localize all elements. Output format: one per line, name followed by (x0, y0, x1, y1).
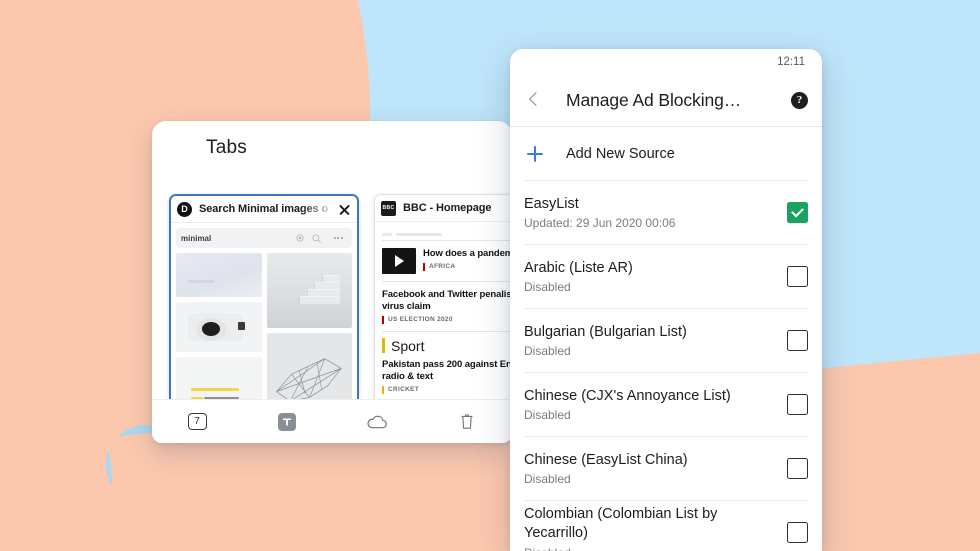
tab-count-icon: 7 (187, 413, 207, 430)
tabs-grid: D Search Minimal images o minimal BBC BB… (152, 175, 512, 399)
tab-card-header: BBC BBC - Homepage (375, 195, 512, 222)
add-new-source-button[interactable]: Add New Source (510, 127, 822, 180)
list-item[interactable]: Chinese (EasyList China) Disabled (510, 437, 822, 500)
source-checkbox[interactable] (787, 266, 808, 287)
source-checkbox[interactable] (787, 522, 808, 543)
tab-preview-bbc: How does a pandemic AFRICA Facebook and … (375, 222, 512, 399)
tab-card-search-minimal-images[interactable]: D Search Minimal images o minimal (169, 194, 359, 399)
screenshot-stage: Tabs D Search Minimal images o minimal B… (0, 0, 980, 551)
source-status: Updated: 29 Jun 2020 00:06 (524, 216, 676, 231)
page-title: Tabs (206, 137, 247, 158)
bbc-section-label: Sport (391, 337, 425, 354)
trash-icon (461, 414, 473, 429)
list-item[interactable]: EasyList Updated: 29 Jun 2020 00:06 (510, 181, 822, 244)
close-all-tabs-button[interactable] (422, 400, 512, 443)
manage-ad-blocking-panel: 12:11 Manage Ad Blocking… ? Add New Sour… (510, 49, 822, 551)
source-checkbox[interactable] (787, 394, 808, 415)
source-name: Colombian (Colombian List by Yecarrillo) (524, 506, 718, 541)
bbc-story[interactable]: Pakistan pass 200 against En radio & tex… (382, 357, 512, 396)
duckduckgo-icon: D (177, 201, 192, 217)
image-column-left (176, 253, 262, 399)
tabs-window: Tabs D Search Minimal images o minimal B… (152, 121, 512, 443)
result-thumbnail-wireframe[interactable] (266, 333, 352, 399)
list-item[interactable]: Bulgarian (Bulgarian List) Disabled (510, 309, 822, 372)
source-texts: Bulgarian (Bulgarian List) Disabled (524, 323, 787, 359)
bbc-story[interactable]: How does a pandemic AFRICA (382, 246, 512, 276)
divider (382, 330, 512, 332)
bbc-kicker-label: US ELECTION 2020 (388, 316, 453, 324)
list-item[interactable]: Chinese (CJX's Annoyance List) Disabled (510, 373, 822, 436)
result-thumbnail-laptop[interactable] (176, 253, 262, 297)
status-bar: 12:11 (510, 49, 822, 74)
tab-card-header: D Search Minimal images o (171, 196, 357, 223)
source-name: Arabic (Liste AR) (524, 259, 633, 276)
private-mask-icon (278, 412, 296, 431)
search-icon[interactable] (311, 233, 322, 244)
source-texts: Arabic (Liste AR) Disabled (524, 259, 787, 295)
image-column-right (266, 253, 352, 399)
bbc-kicker: AFRICA (423, 262, 512, 271)
source-status: Disabled (524, 546, 775, 551)
tab-card-title: Search Minimal images o (199, 203, 329, 215)
source-status: Disabled (524, 472, 571, 487)
cloud-icon (367, 415, 387, 428)
source-texts: Chinese (EasyList China) Disabled (524, 451, 787, 487)
list-item[interactable]: Colombian (Colombian List by Yecarrillo)… (510, 501, 822, 551)
bbc-kicker: US ELECTION 2020 (382, 315, 512, 324)
source-status: Disabled (524, 344, 571, 359)
search-input[interactable]: minimal (176, 228, 352, 248)
close-icon[interactable] (338, 203, 351, 216)
source-texts: Colombian (Colombian List by Yecarrillo)… (524, 505, 787, 551)
plus-icon (524, 143, 546, 165)
tab-card-title: BBC - Homepage (403, 202, 492, 214)
more-icon[interactable] (329, 229, 347, 247)
source-name: Chinese (EasyList China) (524, 451, 688, 468)
search-query-text: minimal (181, 233, 212, 243)
source-texts: Chinese (CJX's Annoyance List) Disabled (524, 387, 787, 423)
bbc-kicker: CRICKET (382, 385, 512, 394)
source-name: EasyList (524, 195, 579, 212)
tab-card-bbc-homepage[interactable]: BBC BBC - Homepage How does a pandemic A… (374, 194, 512, 399)
add-new-source-label: Add New Source (566, 145, 675, 162)
divider (382, 240, 512, 241)
image-results-grid (176, 253, 352, 399)
result-thumbnail-lines[interactable] (176, 357, 262, 399)
video-thumbnail (382, 248, 416, 274)
page-title: Manage Ad Blocking… (566, 89, 742, 110)
lens-icon[interactable] (295, 233, 306, 244)
tab-count-button[interactable]: 7 (152, 400, 242, 443)
panel-header: Manage Ad Blocking… ? (510, 74, 822, 126)
source-name: Chinese (CJX's Annoyance List) (524, 387, 731, 404)
source-checkbox[interactable] (787, 330, 808, 351)
status-clock: 12:11 (777, 55, 805, 68)
source-name: Bulgarian (Bulgarian List) (524, 323, 687, 340)
bbc-ghost-row (382, 226, 512, 237)
bbc-kicker-label: CRICKET (388, 386, 419, 393)
bbc-icon: BBC (381, 200, 396, 216)
source-checkbox[interactable] (787, 458, 808, 479)
divider (382, 281, 512, 282)
bbc-story[interactable]: Facebook and Twitter penalis virus claim… (382, 287, 512, 326)
list-item[interactable]: Arabic (Liste AR) Disabled (510, 245, 822, 308)
bbc-section-header: Sport (382, 338, 512, 354)
bbc-headline: How does a pandemic (423, 248, 512, 259)
chevron-left-icon[interactable] (524, 90, 544, 110)
bbc-kicker-label: AFRICA (429, 263, 456, 271)
bbc-headline: Facebook and Twitter penalis virus claim (382, 289, 512, 312)
source-checkbox[interactable] (787, 202, 808, 223)
source-texts: EasyList Updated: 29 Jun 2020 00:06 (524, 195, 787, 231)
tab-preview-image-search: minimal (171, 223, 357, 399)
tabs-toolbar: 7 (152, 399, 512, 443)
play-icon (394, 255, 404, 267)
source-status: Disabled (524, 280, 571, 295)
help-circle-icon[interactable]: ? (791, 91, 808, 109)
sync-cloud-button[interactable] (332, 400, 422, 443)
bbc-headline: Pakistan pass 200 against En radio & tex… (382, 358, 512, 382)
result-thumbnail-camera[interactable] (176, 302, 262, 352)
result-thumbnail-stairs[interactable] (266, 253, 352, 328)
source-status: Disabled (524, 408, 571, 423)
private-mode-button[interactable] (242, 400, 332, 443)
